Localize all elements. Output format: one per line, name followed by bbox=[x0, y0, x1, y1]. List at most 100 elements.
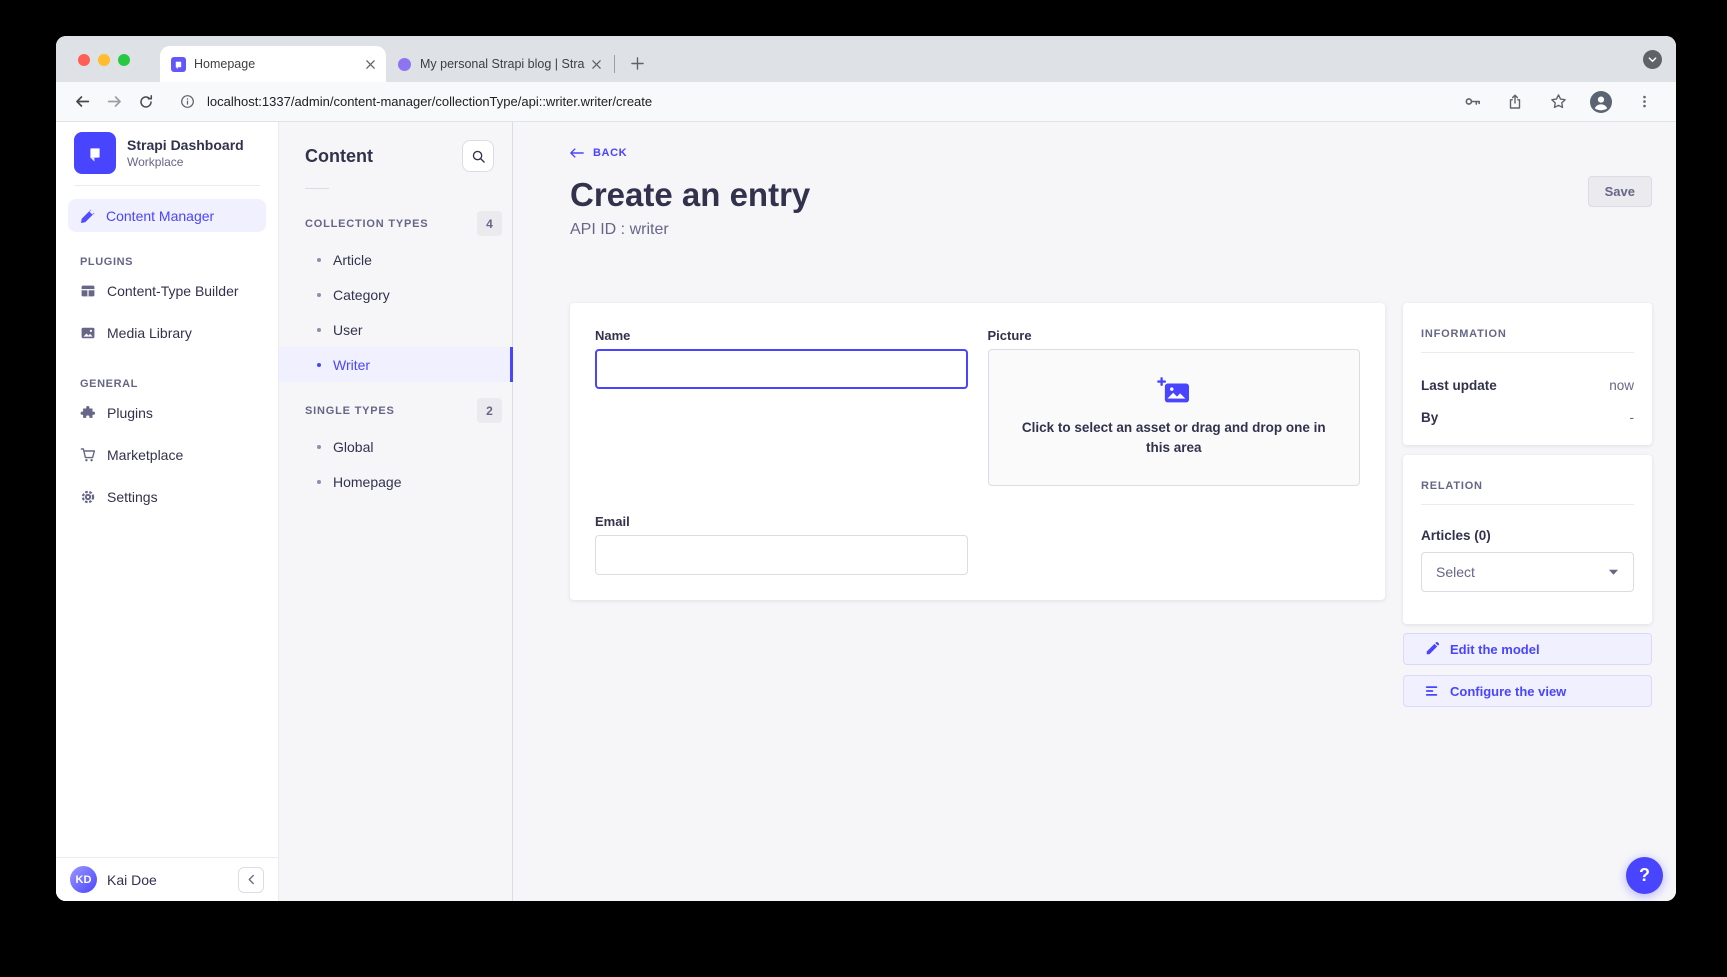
browser-profile-avatar[interactable] bbox=[1587, 88, 1615, 116]
sidebar-item-label: Plugins bbox=[107, 405, 153, 421]
tab-strapi-blog[interactable]: My personal Strapi blog | Strap bbox=[386, 46, 612, 82]
tab-homepage[interactable]: Homepage bbox=[160, 46, 386, 82]
subnav-item-homepage[interactable]: Homepage bbox=[279, 464, 512, 499]
sidebar-item-marketplace[interactable]: Marketplace bbox=[56, 434, 278, 476]
url-text: localhost:1337/admin/content-manager/col… bbox=[207, 94, 652, 109]
subnav-item-writer[interactable]: Writer bbox=[279, 347, 512, 382]
sidebar-item-settings[interactable]: Settings bbox=[56, 476, 278, 518]
browser-menu-icon[interactable] bbox=[1630, 88, 1658, 116]
browser-toolbar: localhost:1337/admin/content-manager/col… bbox=[56, 82, 1676, 122]
subnav-item-category[interactable]: Category bbox=[279, 277, 512, 312]
by-value: - bbox=[1630, 410, 1635, 425]
tab-title: My personal Strapi blog | Strap bbox=[420, 57, 585, 71]
single-types-count-badge: 2 bbox=[477, 398, 502, 423]
back-link[interactable]: BACK bbox=[570, 147, 627, 159]
sidebar-item-label: Content-Type Builder bbox=[107, 283, 239, 299]
edit-model-label: Edit the model bbox=[1450, 642, 1540, 657]
subnav-item-label: Writer bbox=[333, 357, 370, 373]
page-title: Create an entry bbox=[570, 176, 1652, 214]
email-field: Email bbox=[595, 514, 968, 575]
user-name: Kai Doe bbox=[107, 872, 157, 888]
address-bar[interactable]: localhost:1337/admin/content-manager/col… bbox=[180, 94, 1446, 109]
sidebar-divider bbox=[74, 185, 260, 186]
blog-favicon-icon bbox=[396, 56, 412, 72]
panel-divider bbox=[1421, 352, 1634, 353]
main-content: BACK Create an entry API ID : writer Sav… bbox=[513, 122, 1676, 901]
gear-icon bbox=[80, 489, 96, 505]
help-button[interactable]: ? bbox=[1626, 857, 1663, 894]
strapi-favicon-icon bbox=[170, 56, 186, 72]
close-window-button[interactable] bbox=[78, 54, 90, 66]
panel-divider bbox=[1421, 504, 1634, 505]
by-label: By bbox=[1421, 410, 1438, 425]
picture-field: Picture Click to select an asset or drag… bbox=[988, 328, 1361, 486]
picture-dropzone[interactable]: Click to select an asset or drag and dro… bbox=[988, 349, 1361, 486]
subnav-item-global[interactable]: Global bbox=[279, 429, 512, 464]
name-input[interactable] bbox=[595, 349, 968, 389]
sidebar-item-content-type-builder[interactable]: Content-Type Builder bbox=[56, 270, 278, 312]
subnav-divider bbox=[305, 188, 329, 189]
tab-close-icon[interactable] bbox=[591, 59, 602, 70]
select-value: Select bbox=[1436, 564, 1475, 580]
entry-form-card: Name Picture bbox=[570, 303, 1385, 600]
configure-lines-icon bbox=[1425, 684, 1439, 698]
single-types-label: SINGLE TYPES bbox=[305, 405, 395, 417]
pencil-icon bbox=[1425, 642, 1439, 656]
cart-icon bbox=[80, 447, 96, 463]
tab-close-icon[interactable] bbox=[365, 59, 376, 70]
sidebar-item-label: Settings bbox=[107, 489, 158, 505]
strapi-logo-icon bbox=[74, 132, 116, 174]
back-button[interactable] bbox=[68, 88, 96, 116]
name-field: Name bbox=[595, 328, 968, 486]
reload-button[interactable] bbox=[132, 88, 160, 116]
articles-select[interactable]: Select bbox=[1421, 552, 1634, 592]
information-title: INFORMATION bbox=[1421, 321, 1634, 340]
password-key-icon[interactable] bbox=[1458, 88, 1486, 116]
relation-title: RELATION bbox=[1421, 473, 1634, 492]
chevron-down-icon bbox=[1608, 568, 1619, 576]
bookmark-star-icon[interactable] bbox=[1544, 88, 1572, 116]
back-arrow-icon bbox=[570, 147, 584, 159]
name-label: Name bbox=[595, 328, 968, 343]
share-icon[interactable] bbox=[1501, 88, 1529, 116]
forward-button[interactable] bbox=[100, 88, 128, 116]
articles-relation-label: Articles (0) bbox=[1421, 528, 1634, 543]
content-subnav: Content COLLECTION TYPES 4 Article Categ… bbox=[279, 122, 513, 901]
workspace-switcher[interactable]: Strapi Dashboard Workplace bbox=[56, 122, 278, 185]
search-button[interactable] bbox=[462, 140, 494, 172]
browser-tab-bar: Homepage My personal Strapi blog | Strap bbox=[56, 36, 1676, 82]
search-icon bbox=[471, 149, 486, 164]
sidebar-item-media-library[interactable]: Media Library bbox=[56, 312, 278, 354]
relation-card: RELATION Articles (0) Select bbox=[1403, 455, 1652, 624]
tab-search-chevron-icon[interactable] bbox=[1643, 50, 1662, 69]
browser-window: Homepage My personal Strapi blog | Strap bbox=[56, 36, 1676, 901]
back-label: BACK bbox=[593, 147, 627, 159]
save-button[interactable]: Save bbox=[1588, 176, 1652, 207]
collapse-sidebar-button[interactable] bbox=[238, 867, 264, 893]
add-picture-icon bbox=[1157, 377, 1191, 407]
last-update-label: Last update bbox=[1421, 378, 1497, 393]
email-input[interactable] bbox=[595, 535, 968, 575]
subnav-item-label: Category bbox=[333, 287, 390, 303]
configure-view-button[interactable]: Configure the view bbox=[1403, 675, 1652, 707]
entry-side-panel: INFORMATION Last update now By - RELATIO… bbox=[1403, 303, 1652, 707]
info-icon[interactable] bbox=[180, 94, 195, 109]
chevron-left-icon bbox=[247, 874, 256, 885]
sidebar-footer: KD Kai Doe bbox=[56, 857, 278, 901]
sidebar-section-plugins: PLUGINS bbox=[56, 232, 278, 270]
picture-label: Picture bbox=[988, 328, 1361, 343]
subnav-item-article[interactable]: Article bbox=[279, 242, 512, 277]
sidebar-item-label: Content Manager bbox=[106, 208, 214, 224]
subnav-item-user[interactable]: User bbox=[279, 312, 512, 347]
subnav-item-label: User bbox=[333, 322, 363, 338]
email-label: Email bbox=[595, 514, 968, 529]
maximize-window-button[interactable] bbox=[118, 54, 130, 66]
edit-model-button[interactable]: Edit the model bbox=[1403, 633, 1652, 665]
subnav-item-label: Article bbox=[333, 252, 372, 268]
minimize-window-button[interactable] bbox=[98, 54, 110, 66]
new-tab-button[interactable] bbox=[624, 50, 650, 76]
configure-view-label: Configure the view bbox=[1450, 684, 1566, 699]
sidebar-section-general: GENERAL bbox=[56, 354, 278, 392]
sidebar-item-content-manager[interactable]: Content Manager bbox=[68, 199, 266, 232]
sidebar-item-plugins[interactable]: Plugins bbox=[56, 392, 278, 434]
